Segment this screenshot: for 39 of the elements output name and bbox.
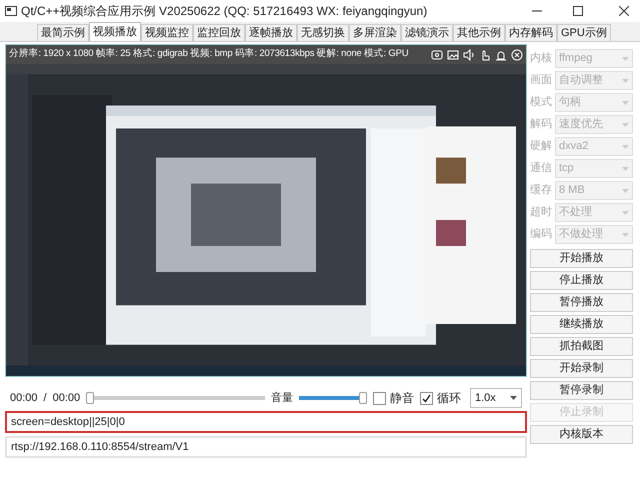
setting-label: 通信 — [530, 160, 552, 176]
url-field[interactable]: screen=desktop||25|0|0 — [5, 411, 527, 433]
stream-info: 分辨率: 1920 x 1080 帧率: 25 格式: gdigrab 视频: bmp 码率: 2073613kbps 硬解: none 模式: GPU — [9, 47, 408, 62]
tab[interactable]: GPU示例 — [557, 24, 611, 41]
checkbox-label: 静音 — [390, 390, 414, 407]
tab[interactable]: 监控回放 — [193, 24, 245, 41]
tab[interactable]: 其他示例 — [453, 24, 505, 41]
window-title: Qt/C++视频综合应用示例 V20250622 (QQ: 517216493 WX: feiyangqingyun) — [21, 3, 428, 20]
url-field[interactable]: rtsp://192.168.0.110:8554/stream/V1 — [5, 436, 527, 458]
tab[interactable]: 视频播放 — [89, 22, 141, 41]
setting-label: 硬解 — [530, 139, 552, 154]
time-position: 00:00 — [10, 390, 38, 406]
tab[interactable]: 滤镜演示 — [401, 24, 453, 41]
action-button[interactable]: 开始录制 — [530, 359, 633, 378]
tab[interactable]: 逐帧播放 — [245, 24, 297, 41]
action-button[interactable]: 暂停播放 — [530, 293, 633, 312]
speed-dropdown[interactable]: 1.0x — [470, 388, 522, 408]
setting-label: 编码 — [530, 227, 552, 242]
setting-label: 解码 — [530, 117, 552, 132]
setting-label: 超时 — [530, 205, 552, 220]
action-button[interactable]: 继续播放 — [530, 315, 633, 334]
volume-label: 音量 — [271, 390, 293, 406]
setting-label: 内核 — [530, 51, 552, 66]
tab[interactable]: 内存解码 — [505, 24, 557, 41]
time-separator: / — [44, 390, 47, 406]
action-button[interactable]: 内核版本 — [530, 425, 633, 444]
setting-label: 模式 — [530, 95, 552, 110]
time-duration: 00:00 — [52, 390, 80, 406]
tab[interactable]: 无感切换 — [297, 24, 349, 41]
checkbox-label: 循环 — [437, 390, 461, 407]
action-button[interactable]: 抓拍截图 — [530, 337, 633, 356]
action-button[interactable]: 开始播放 — [530, 249, 633, 268]
action-button[interactable]: 暂停录制 — [530, 381, 633, 400]
action-button[interactable]: 停止播放 — [530, 271, 633, 290]
setting-label: 缓存 — [530, 183, 552, 198]
tab[interactable]: 多屏渲染 — [349, 24, 401, 41]
setting-label: 画面 — [530, 73, 552, 88]
tab[interactable]: 最简示例 — [37, 24, 89, 41]
tab[interactable]: 视频监控 — [141, 24, 193, 41]
